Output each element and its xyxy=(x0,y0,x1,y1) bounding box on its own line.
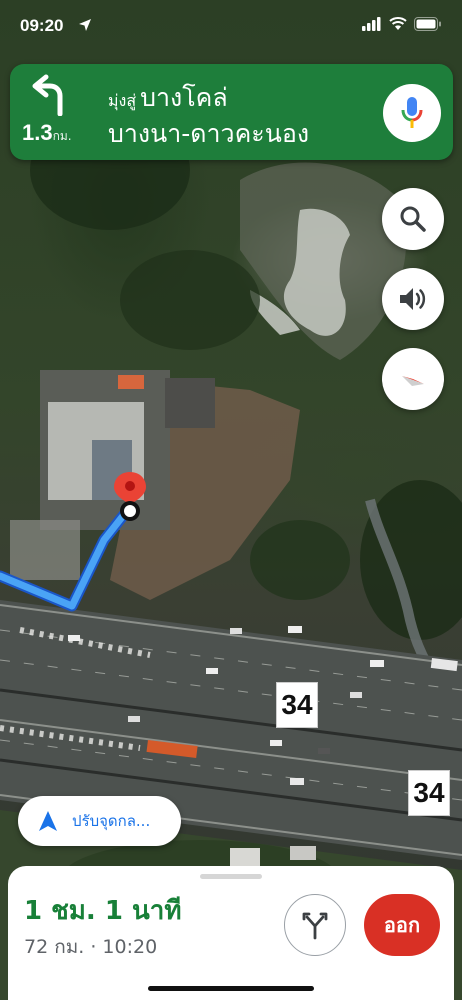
navigation-instruction-card[interactable]: 1.3กม. มุ่งสู่ บางโคล่ บางนา-ดาวคะนอง xyxy=(10,64,453,160)
status-time: 09:20 xyxy=(20,16,64,35)
route-options-icon xyxy=(302,912,328,940)
destination-name: บางโคล่ xyxy=(140,83,228,112)
sound-button[interactable] xyxy=(382,268,444,330)
turn-distance-unit: กม. xyxy=(52,129,72,143)
exit-navigation-button[interactable]: ออก xyxy=(364,894,440,956)
nav-direction-line: มุ่งสู่ บางโคล่ xyxy=(108,78,228,118)
battery-icon xyxy=(414,17,441,31)
signal-icon xyxy=(362,17,381,31)
turn-left-icon xyxy=(32,74,63,116)
location-arrow-icon xyxy=(79,19,91,31)
navigation-arrow-icon xyxy=(39,811,57,831)
sheet-drag-handle[interactable] xyxy=(200,874,262,879)
road-sign-34: 34 xyxy=(408,770,450,816)
home-indicator[interactable] xyxy=(148,986,314,991)
voice-search-button[interactable] xyxy=(383,84,441,142)
road-sign-34: 34 xyxy=(276,682,318,728)
trip-summary-sheet[interactable]: 1 ชม. 1 นาที 72 กม. · 10:20 ออก xyxy=(8,866,454,1000)
route-options-button[interactable] xyxy=(284,894,346,956)
direction-prefix: มุ่งสู่ xyxy=(108,91,137,110)
turn-distance-value: 1.3 xyxy=(22,120,53,145)
destination-pin-icon[interactable] xyxy=(110,470,150,530)
turn-distance: 1.3กม. xyxy=(22,120,72,146)
search-button[interactable] xyxy=(382,188,444,250)
destination-road: บางนา-ดาวคะนอง xyxy=(108,119,310,148)
trip-distance-eta: 72 กม. · 10:20 xyxy=(24,936,158,958)
recenter-label: ปรับจุดกล... xyxy=(72,812,151,830)
recenter-button[interactable]: ปรับจุดกล... xyxy=(18,796,181,846)
compass-icon xyxy=(402,376,424,386)
status-icons xyxy=(362,17,442,31)
wifi-icon xyxy=(389,17,407,30)
search-icon xyxy=(400,206,426,232)
speaker-icon xyxy=(400,288,426,310)
trip-duration: 1 ชม. 1 นาที xyxy=(24,896,182,926)
status-bar: 09:20 xyxy=(0,0,462,54)
compass-button[interactable] xyxy=(382,348,444,410)
microphone-icon xyxy=(401,97,423,128)
